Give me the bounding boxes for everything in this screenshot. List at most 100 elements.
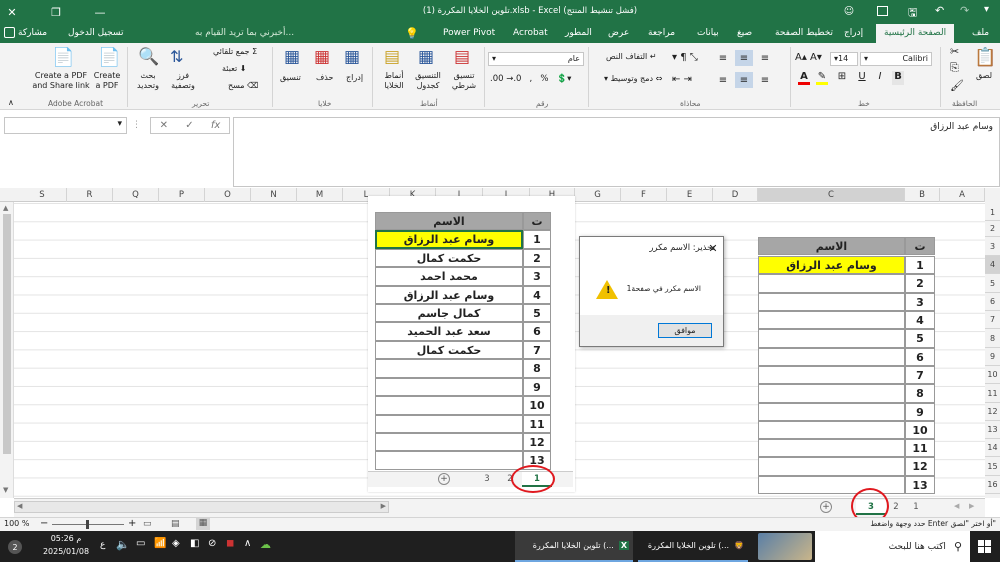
right-name-cell[interactable] <box>758 439 905 457</box>
tab-insert[interactable]: إدراج <box>844 24 863 43</box>
cut-icon[interactable]: ✂ <box>950 45 959 58</box>
restore-icon[interactable]: ❐ <box>48 4 64 20</box>
font-name-select[interactable]: ▾ Calibri <box>860 52 932 66</box>
select-all-corner[interactable] <box>985 188 1000 202</box>
clear-button[interactable]: مسح ⌫ <box>228 81 258 90</box>
tray-app-icon-4[interactable]: ◼ <box>226 538 234 549</box>
pdf-share-icon[interactable]: 📄 <box>52 47 74 68</box>
number-format-buttons[interactable]: .00 →.0 , % 💲▾ <box>490 74 571 84</box>
left-name-cell[interactable]: كمال جاسم <box>375 304 523 322</box>
right-name-cell[interactable] <box>758 329 905 348</box>
row-header[interactable]: 13 <box>985 421 1000 439</box>
insert-cells-button[interactable]: إدراج <box>346 73 363 82</box>
underline-icon[interactable]: U <box>856 71 868 85</box>
font-size-grow-shrink[interactable]: A▴ A▾ <box>795 52 822 63</box>
account-icon[interactable]: ☺ <box>842 4 856 18</box>
column-header[interactable]: Q <box>113 188 159 202</box>
clock-time[interactable]: 05:26 م <box>42 534 90 543</box>
right-num-cell[interactable]: 12 <box>905 457 935 476</box>
bold-icon[interactable]: B <box>892 71 904 85</box>
network-icon[interactable]: 📶 <box>154 538 166 549</box>
tab-view[interactable]: عرض <box>608 24 629 43</box>
tab-formulas[interactable]: صيغ <box>737 24 752 43</box>
autosum-button[interactable]: جمع تلقائي Σ <box>213 47 257 56</box>
format-cells-icon[interactable]: ▦ <box>284 47 300 67</box>
format-painter-icon[interactable]: 🖌 <box>950 79 964 92</box>
right-num-cell[interactable]: 2 <box>905 274 935 293</box>
customize-qat-icon[interactable]: ▾ <box>984 4 989 15</box>
windows-start-icon[interactable] <box>978 540 991 553</box>
column-header[interactable]: G <box>575 188 621 202</box>
share-button[interactable]: مشاركة <box>4 27 47 38</box>
left-num-cell[interactable]: 6 <box>523 322 551 341</box>
vertical-scrollbar[interactable]: ▲ ▼ <box>0 202 14 498</box>
redo-icon[interactable]: ↷ <box>960 4 969 17</box>
left-num-cell[interactable]: 9 <box>523 378 551 396</box>
minimize-icon[interactable]: — <box>92 4 108 20</box>
tab-page-layout[interactable]: تخطيط الصفحة <box>775 24 833 43</box>
row-header[interactable]: 3 <box>985 237 1000 256</box>
right-num-cell[interactable]: 6 <box>905 348 935 366</box>
row-header[interactable]: 10 <box>985 366 1000 384</box>
column-header[interactable]: R <box>67 188 113 202</box>
left-num-cell[interactable]: 1 <box>523 230 551 249</box>
tray-app-icon-3[interactable]: ⊘ <box>208 538 216 549</box>
add-sheet-icon[interactable]: + <box>438 473 450 485</box>
find-icon[interactable]: 🔍 <box>138 47 159 67</box>
notification-badge[interactable]: 2 <box>8 540 22 554</box>
column-header[interactable]: P <box>159 188 205 202</box>
cloud-icon[interactable]: ☁ <box>260 538 271 551</box>
delete-cells-icon[interactable]: ▦ <box>314 47 330 67</box>
right-name-cell[interactable] <box>758 403 905 421</box>
collapse-ribbon-icon[interactable]: ∧ <box>8 98 14 107</box>
left-num-cell[interactable]: 8 <box>523 359 551 378</box>
left-name-cell[interactable] <box>375 451 523 470</box>
font-color-icon[interactable]: A <box>798 71 810 85</box>
row-header[interactable]: 4 <box>985 256 1000 274</box>
name-box[interactable]: ▾ <box>4 117 127 134</box>
scroll-right-icon[interactable]: ▶ <box>381 502 386 510</box>
cancel-icon[interactable]: ✕ <box>160 120 168 131</box>
left-num-cell[interactable]: 7 <box>523 341 551 359</box>
format-table-icon[interactable]: ▦ <box>418 47 434 67</box>
right-name-cell[interactable] <box>758 348 905 366</box>
formula-input[interactable]: وسام عبد الرزاق <box>233 117 1000 187</box>
indent-buttons[interactable]: ⇤ ⇥ <box>672 74 692 85</box>
tab-power-pivot[interactable]: Power Pivot <box>443 24 495 43</box>
battery-icon[interactable]: ▭ <box>136 538 145 549</box>
column-header[interactable]: M <box>297 188 343 202</box>
fill-button[interactable]: تعبئة ⬇ <box>222 64 246 73</box>
italic-icon[interactable]: I <box>874 71 886 85</box>
wrap-text-button[interactable]: التفاف النص ↵ <box>606 52 657 61</box>
close-icon[interactable]: ✕ <box>4 4 20 20</box>
merge-center-button[interactable]: ▾ دمج وتوسيط ⇔ <box>604 74 662 83</box>
column-header[interactable]: F <box>621 188 667 202</box>
left-name-cell[interactable]: محمد احمد <box>375 267 523 286</box>
tab-home[interactable]: الصفحة الرئيسية <box>876 24 955 43</box>
left-name-cell[interactable]: حكمت كمال <box>375 249 523 267</box>
sheet-tab-2[interactable]: 2 <box>888 500 904 515</box>
left-num-cell[interactable]: 4 <box>523 286 551 304</box>
zoom-out-icon[interactable]: − <box>40 518 48 529</box>
left-name-cell[interactable] <box>375 415 523 433</box>
row-header[interactable]: 1 <box>985 204 1000 221</box>
right-name-cell[interactable] <box>758 421 905 439</box>
column-header[interactable]: N <box>251 188 297 202</box>
row-header[interactable]: 7 <box>985 311 1000 329</box>
enter-icon[interactable]: ✓ <box>185 120 193 131</box>
volume-icon[interactable]: 🔈 <box>116 538 130 551</box>
delete-cells-button[interactable]: حذف <box>316 73 333 82</box>
tab-acrobat[interactable]: Acrobat <box>513 24 548 43</box>
sort-filter-button[interactable]: فرز وتصفية <box>168 71 198 91</box>
save-icon[interactable]: 🖫 <box>908 4 917 23</box>
row-header[interactable]: 16 <box>985 476 1000 494</box>
sheet-tab-1[interactable]: 1 <box>906 500 926 515</box>
tab-data[interactable]: بيانات <box>697 24 719 43</box>
paste-button[interactable]: لصق <box>976 71 992 80</box>
find-select-button[interactable]: بحث وتحديد <box>133 71 163 91</box>
copy-icon[interactable]: ⎘ <box>950 61 959 75</box>
align-middle-icon[interactable]: ≡ <box>735 50 753 66</box>
tray-app-icon[interactable]: ◈ <box>172 538 180 549</box>
column-header[interactable]: O <box>205 188 251 202</box>
left-name-cell[interactable]: وسام عبد الرزاق <box>375 286 523 304</box>
